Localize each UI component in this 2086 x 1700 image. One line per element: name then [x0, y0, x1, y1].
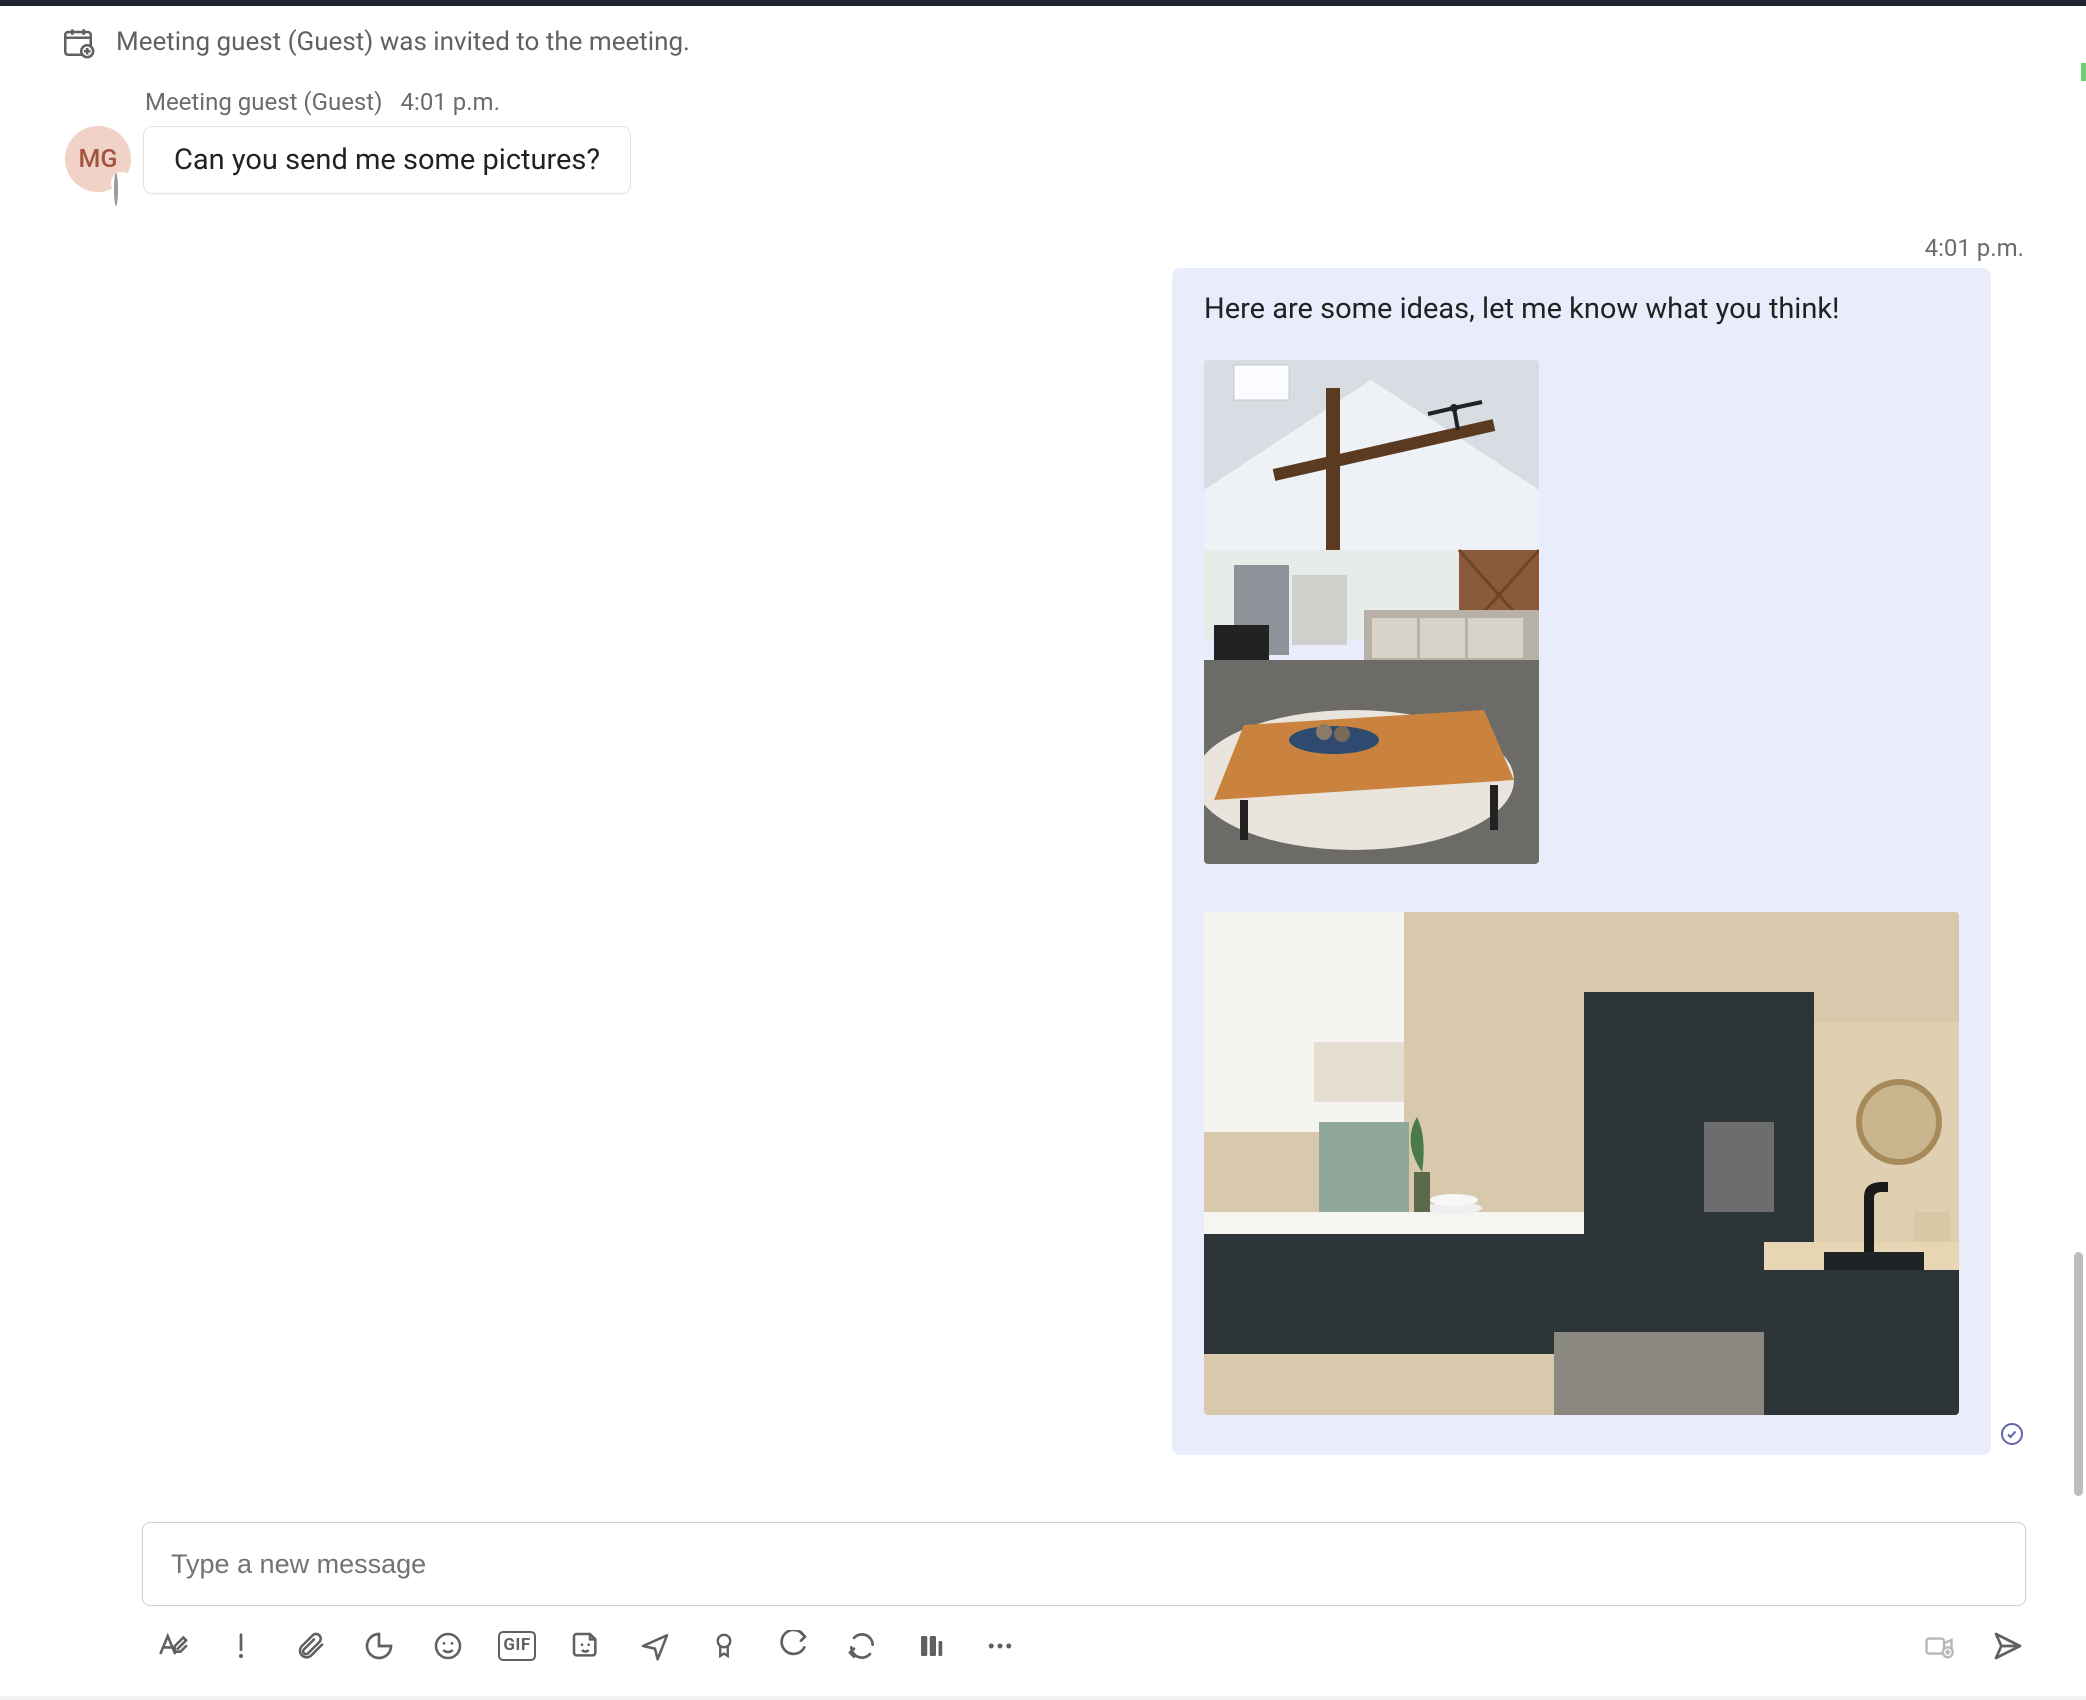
incoming-meta: Meeting guest (Guest) 4:01 p.m.	[145, 88, 2026, 116]
incoming-time: 4:01 p.m.	[401, 88, 500, 116]
attachment-image-kitchen[interactable]	[1204, 912, 1959, 1415]
scrollbar-thumb[interactable]	[2074, 1252, 2083, 1496]
incoming-message-row: MG Can you send me some pictures?	[60, 126, 2026, 194]
priority-icon[interactable]	[223, 1628, 259, 1664]
outgoing-text: Here are some ideas, let me know what yo…	[1204, 292, 1959, 326]
incoming-sender: Meeting guest (Guest)	[145, 88, 383, 116]
scrollbar[interactable]	[2072, 0, 2086, 1700]
avatar[interactable]: MG	[65, 126, 131, 192]
incoming-text: Can you send me some pictures?	[174, 143, 600, 177]
approval-icon[interactable]	[775, 1628, 811, 1664]
chat-area: Meeting guest (Guest) was invited to the…	[0, 6, 2086, 1455]
outgoing-bubble[interactable]: Here are some ideas, let me know what yo…	[1172, 268, 1991, 1455]
format-icon[interactable]	[154, 1628, 190, 1664]
outgoing-time: 4:01 p.m.	[60, 234, 2026, 262]
badge-icon[interactable]	[706, 1628, 742, 1664]
emoji-icon[interactable]	[430, 1628, 466, 1664]
message-input[interactable]	[171, 1549, 1997, 1580]
avatar-initials: MG	[79, 145, 118, 174]
compose-toolbar: GIF	[142, 1628, 2026, 1664]
library-icon[interactable]	[913, 1628, 949, 1664]
video-clip-icon[interactable]	[1921, 1628, 1957, 1664]
compose-box[interactable]	[142, 1522, 2026, 1606]
sticker-icon[interactable]	[568, 1628, 604, 1664]
outgoing-message-row: Here are some ideas, let me know what yo…	[60, 262, 2026, 1455]
calendar-plus-icon	[60, 24, 96, 60]
loop-icon[interactable]	[361, 1628, 397, 1664]
sent-check-icon	[2000, 1422, 2024, 1450]
incoming-bubble[interactable]: Can you send me some pictures?	[143, 126, 631, 194]
compose-area: GIF	[142, 1522, 2026, 1664]
more-icon[interactable]	[982, 1628, 1018, 1664]
send-icon[interactable]	[1990, 1628, 2026, 1664]
attachments	[1204, 360, 1959, 1415]
update-icon[interactable]	[844, 1628, 880, 1664]
bottom-divider	[0, 1696, 2086, 1700]
share-icon[interactable]	[637, 1628, 673, 1664]
gif-icon[interactable]: GIF	[499, 1628, 535, 1664]
attachment-image-living-room[interactable]	[1204, 360, 1539, 864]
system-event-text: Meeting guest (Guest) was invited to the…	[116, 27, 690, 57]
system-event-row: Meeting guest (Guest) was invited to the…	[60, 24, 2026, 60]
attach-icon[interactable]	[292, 1628, 328, 1664]
presence-indicator	[111, 172, 133, 194]
